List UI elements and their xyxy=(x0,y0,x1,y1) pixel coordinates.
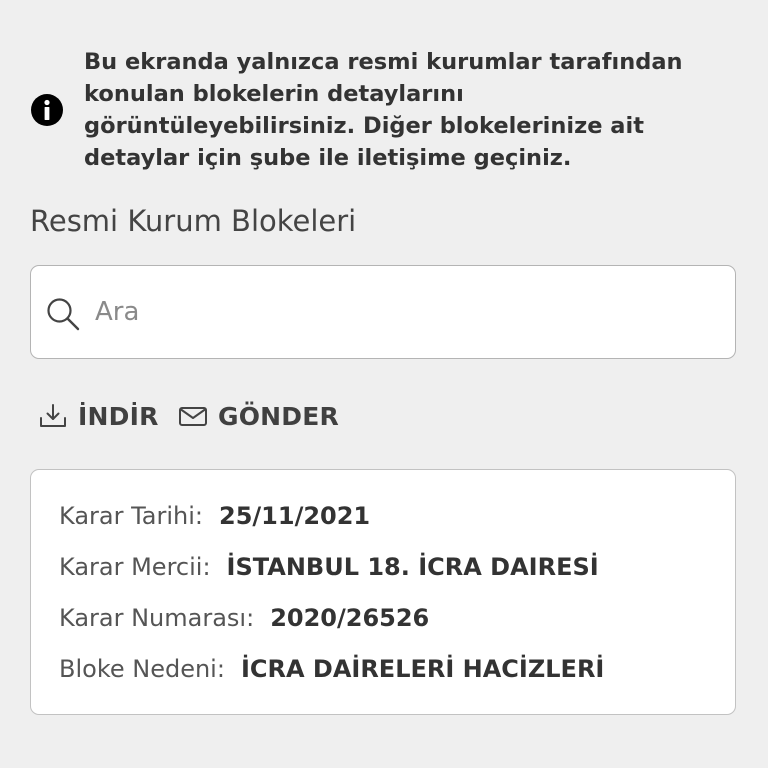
send-button[interactable]: GÖNDER xyxy=(178,397,339,435)
section-title: Resmi Kurum Blokeleri xyxy=(30,204,357,238)
decision-date-row: Karar Tarihi: 25/11/2021 xyxy=(59,502,370,530)
info-notice-text: Bu ekranda yalnızca resmi kurumlar taraf… xyxy=(84,49,683,171)
block-reason-row: Bloke Nedeni: İCRA DAİRELERİ HACİZLERİ xyxy=(59,655,604,683)
decision-date-value: 25/11/2021 xyxy=(219,502,371,530)
block-detail-card: Karar Tarihi: 25/11/2021 Karar Mercii: İ… xyxy=(30,469,736,715)
block-reason-label: Bloke Nedeni: xyxy=(59,655,225,683)
decision-number-value: 2020/26526 xyxy=(270,604,430,632)
search-icon xyxy=(47,298,80,331)
download-button-label: İNDİR xyxy=(78,401,159,431)
decision-number-label: Karar Numarası: xyxy=(59,604,255,632)
search-box[interactable] xyxy=(30,265,736,359)
decision-number-row: Karar Numarası: 2020/26526 xyxy=(59,604,429,632)
decision-authority-row: Karar Mercii: İSTANBUL 18. İCRA DAIRESİ xyxy=(59,553,599,581)
mail-icon xyxy=(179,407,207,426)
info-icon xyxy=(31,94,63,126)
download-icon xyxy=(40,404,66,427)
send-button-label: GÖNDER xyxy=(218,401,339,431)
decision-date-label: Karar Tarihi: xyxy=(59,502,203,530)
block-reason-value: İCRA DAİRELERİ HACİZLERİ xyxy=(240,655,605,683)
decision-authority-label: Karar Mercii: xyxy=(59,553,211,581)
decision-authority-value: İSTANBUL 18. İCRA DAIRESİ xyxy=(226,553,599,581)
download-button[interactable]: İNDİR xyxy=(38,397,159,435)
info-notice: Bu ekranda yalnızca resmi kurumlar taraf… xyxy=(30,46,730,174)
search-input[interactable] xyxy=(95,288,715,336)
